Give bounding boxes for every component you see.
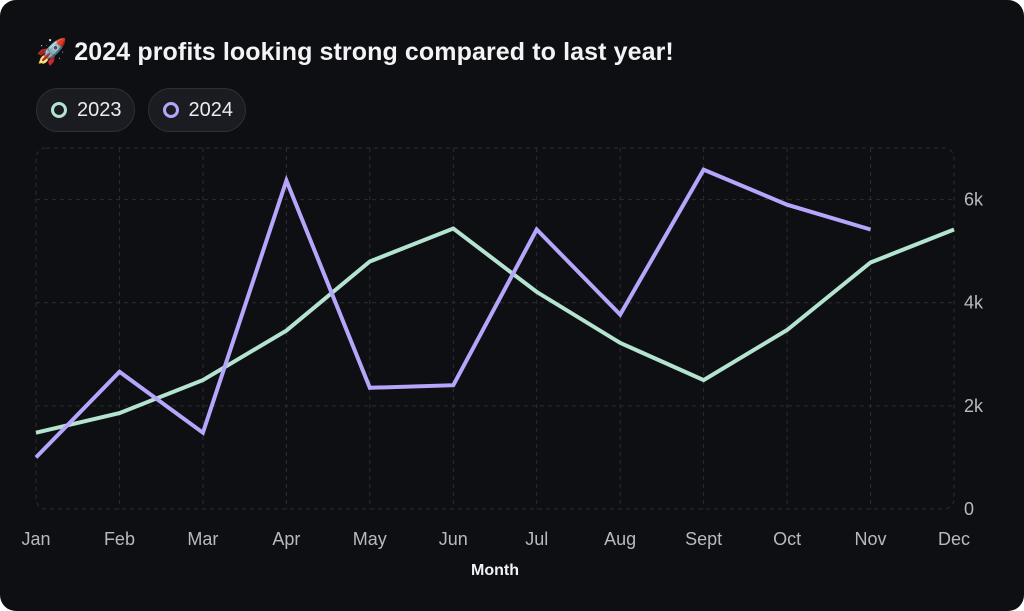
y-tick-label: 2k bbox=[964, 396, 984, 416]
x-tick-label: Feb bbox=[104, 529, 135, 549]
x-tick-label: May bbox=[353, 529, 387, 549]
plot-frame bbox=[35, 147, 955, 510]
x-tick-label: Mar bbox=[187, 529, 218, 549]
chart-card: 🚀 2024 profits looking strong compared t… bbox=[0, 0, 1024, 611]
series-line-2023 bbox=[35, 226, 955, 435]
x-tick-label: Sept bbox=[685, 529, 722, 549]
y-tick-label: 0 bbox=[964, 499, 974, 519]
x-tick-label: Dec bbox=[938, 529, 970, 549]
y-tick-label: 4k bbox=[964, 293, 984, 313]
y-tick-label: 6k bbox=[964, 190, 984, 210]
x-tick-label: Oct bbox=[773, 529, 801, 549]
x-tick-label: Jul bbox=[525, 529, 548, 549]
x-tick-label: Aug bbox=[604, 529, 636, 549]
x-tick-label: Nov bbox=[855, 529, 887, 549]
x-tick-label: Jun bbox=[439, 529, 468, 549]
line-chart: 0 2k 4k 6k Jan Feb Mar Apr May Jun Jul Aug Sept Oct No… bbox=[21, 147, 984, 579]
x-axis-label: Month bbox=[471, 562, 519, 579]
x-tick-label: Jan bbox=[21, 529, 50, 549]
x-tick-label: Apr bbox=[272, 529, 300, 549]
